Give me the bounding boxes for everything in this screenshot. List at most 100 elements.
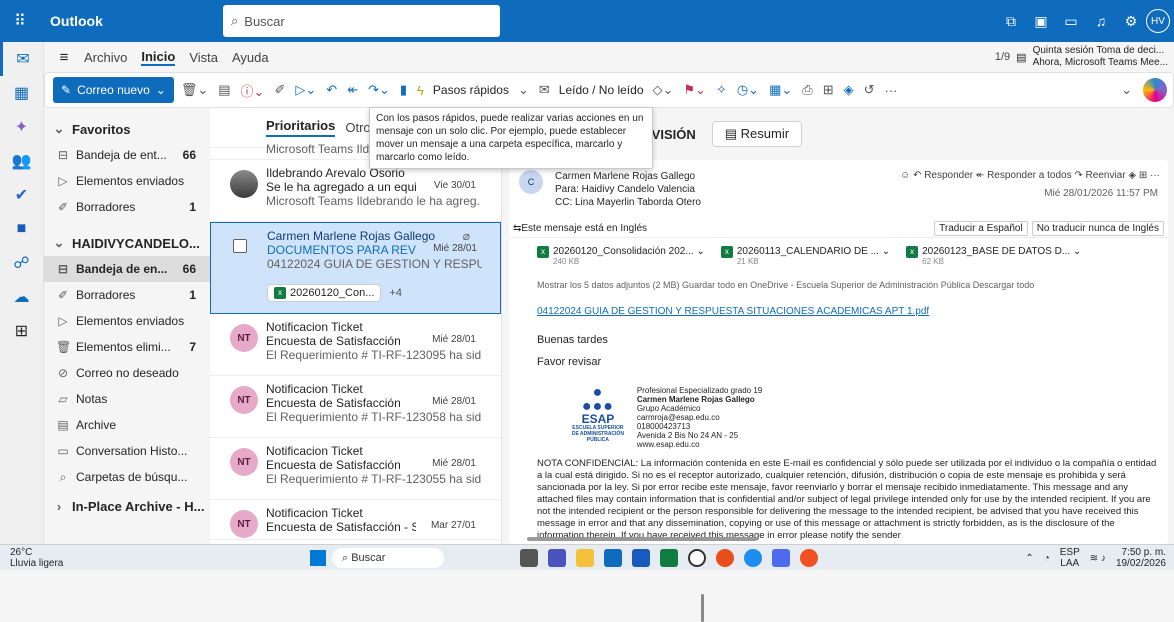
avatar[interactable]: HV bbox=[1146, 9, 1170, 33]
report-icon[interactable]: ⓘ⌄ bbox=[238, 81, 268, 100]
list-scrollbar[interactable] bbox=[701, 594, 704, 622]
list-item-selected[interactable]: Carmen Marlene Rojas Gallego DOCUMENTOS … bbox=[210, 222, 501, 314]
word-app-icon[interactable] bbox=[632, 549, 650, 567]
tab-ayuda[interactable]: Ayuda bbox=[232, 50, 269, 65]
archive-icon[interactable]: ▤ bbox=[215, 82, 233, 98]
app-launcher-icon[interactable]: ⠿ bbox=[0, 0, 40, 42]
quick-steps-icon[interactable]: ϟ bbox=[414, 83, 427, 98]
calendar-icon[interactable]: ▦ bbox=[0, 76, 43, 110]
language-indicator[interactable]: ESP LAA bbox=[1060, 547, 1080, 569]
task-view-icon[interactable] bbox=[520, 549, 538, 567]
move-icon[interactable]: ▷⌄ bbox=[292, 82, 319, 98]
more-attachments[interactable]: +4 bbox=[389, 287, 402, 299]
attachment-card[interactable]: x 20260113_CALENDARIO DE ... ⌄ 21 KB bbox=[720, 246, 890, 266]
snooze-icon[interactable]: ◷⌄ bbox=[734, 82, 762, 98]
reply-icon[interactable]: ↶ bbox=[323, 82, 340, 98]
taskbar-search[interactable]: ⌕ Buscar bbox=[332, 548, 444, 568]
rules-icon[interactable]: ▦⌄ bbox=[766, 82, 795, 98]
attachment-chip[interactable]: x 20260120_Con... bbox=[267, 284, 382, 302]
tab-inicio[interactable]: Inicio bbox=[141, 49, 176, 66]
reply-all-button[interactable]: ↞ Responder a todos bbox=[976, 170, 1072, 181]
chrome-app-icon[interactable] bbox=[716, 549, 734, 567]
list-item[interactable]: NT Notificacion Ticket Encuesta de Satis… bbox=[210, 500, 501, 540]
attachment-card[interactable]: x 20260120_Consolidación 202... ⌄ 240 KB bbox=[537, 246, 705, 266]
attachment-actions[interactable]: Mostrar los 5 datos adjuntos (2 MB) Guar… bbox=[537, 280, 1034, 290]
clock[interactable]: 7:50 p. m. 19/02/2026 bbox=[1116, 547, 1166, 569]
app-icon[interactable] bbox=[772, 549, 790, 567]
sweep-icon[interactable]: ✐ bbox=[271, 82, 288, 98]
outlook-app-icon[interactable] bbox=[604, 549, 622, 567]
avatar[interactable]: C bbox=[519, 170, 543, 194]
teams-share-icon[interactable]: ▮ bbox=[397, 82, 410, 98]
apps-icon[interactable]: ⊞ bbox=[1139, 170, 1147, 181]
folder-search[interactable]: ⌕ Carpetas de búsqu... bbox=[44, 464, 210, 490]
reply-all-icon[interactable]: ↞ bbox=[344, 82, 361, 98]
teams-app-icon[interactable] bbox=[548, 549, 566, 567]
folder-fav-drafts[interactable]: ✐ Borradores 1 bbox=[44, 194, 210, 220]
folder-fav-sent[interactable]: ▷ Elementos enviados bbox=[44, 168, 210, 194]
word-icon[interactable]: ■ bbox=[0, 212, 43, 246]
folder-notes[interactable]: ▱ Notas bbox=[44, 386, 210, 412]
edge-app-icon[interactable] bbox=[744, 549, 762, 567]
loop-icon[interactable]: ◈ bbox=[1128, 170, 1136, 181]
feedback-icon[interactable]: ▭ bbox=[1056, 13, 1086, 30]
file-explorer-icon[interactable] bbox=[576, 549, 594, 567]
mail-icon[interactable]: ✉ bbox=[0, 42, 43, 76]
network-icon[interactable]: ◔ bbox=[1044, 553, 1050, 564]
translate-button[interactable]: Traducir a Español bbox=[934, 221, 1028, 236]
chrome-profile-icon[interactable] bbox=[800, 549, 818, 567]
folder-archive[interactable]: ▤ Archive bbox=[44, 412, 210, 438]
select-checkbox[interactable] bbox=[233, 239, 247, 253]
sender-name[interactable]: Carmen Marlene Rojas Gallego bbox=[555, 170, 701, 183]
new-mail-button[interactable]: ✎ Correo nuevo ⌄ bbox=[53, 77, 174, 103]
list-item[interactable]: NT Notificacion Ticket Encuesta de Satis… bbox=[210, 438, 501, 500]
folder-deleted[interactable]: 🗑 Elementos elimi... 7 bbox=[44, 334, 210, 360]
loop-icon[interactable]: ◈ bbox=[841, 82, 857, 98]
expand-ribbon-icon[interactable]: ⌄ bbox=[1118, 82, 1135, 98]
copilot-icon[interactable]: ✦ bbox=[0, 110, 43, 144]
list-item[interactable]: NT Notificacion Ticket Encuesta de Satis… bbox=[210, 314, 501, 376]
meeting-notice[interactable]: Quinta sesión Toma de deci... Ahora, Mic… bbox=[1033, 45, 1168, 69]
tab-focused[interactable]: Prioritarios bbox=[266, 118, 336, 137]
folder-fav-inbox[interactable]: ⊟ Bandeja de ent... 66 bbox=[44, 142, 210, 168]
excel-app-icon[interactable] bbox=[660, 549, 678, 567]
forward-button[interactable]: ↷ Reenviar bbox=[1074, 170, 1125, 181]
chevron-down-icon[interactable]: ⌄ bbox=[515, 82, 532, 98]
bell-icon[interactable]: ♫ bbox=[1086, 13, 1116, 29]
emoji-icon[interactable]: ☺ bbox=[900, 170, 910, 181]
forward-icon[interactable]: ↷⌄ bbox=[365, 82, 393, 98]
folder-junk[interactable]: ⊘ Correo no deseado bbox=[44, 360, 210, 386]
org-icon[interactable]: ☍ bbox=[0, 246, 43, 280]
copilot-icon[interactable] bbox=[1143, 78, 1167, 102]
tab-archivo[interactable]: Archivo bbox=[84, 50, 127, 65]
apps-icon[interactable]: ⊞ bbox=[0, 314, 43, 348]
list-item[interactable]: NT Notificacion Ticket Encuesta de Satis… bbox=[210, 376, 501, 438]
pin-icon[interactable]: ✧ bbox=[713, 82, 730, 98]
folder-conversation[interactable]: ▭ Conversation Histo... bbox=[44, 438, 210, 464]
delete-icon[interactable]: 🗑⌄ bbox=[178, 82, 211, 98]
more-button[interactable]: ··· bbox=[882, 83, 901, 98]
undo-icon[interactable]: ↺ bbox=[861, 82, 878, 98]
scroll-thumb[interactable] bbox=[527, 537, 757, 541]
windows-start-icon[interactable] bbox=[310, 550, 326, 566]
folder-sent[interactable]: ▷ Elementos enviados bbox=[44, 308, 210, 334]
attachment-card[interactable]: x 20260123_BASE DE DATOS D... ⌄ 62 KB bbox=[906, 246, 1081, 266]
meet-icon[interactable]: ⧉ bbox=[996, 13, 1026, 30]
more-icon[interactable]: ··· bbox=[1150, 170, 1160, 181]
app-name[interactable]: Outlook bbox=[40, 13, 220, 29]
reply-button[interactable]: ↶ Responder bbox=[913, 170, 973, 181]
tab-vista[interactable]: Vista bbox=[189, 50, 218, 65]
tag-icon[interactable]: ◇⌄ bbox=[650, 82, 677, 98]
quick-steps-button[interactable]: Pasos rápidos bbox=[431, 83, 511, 97]
summarize-button[interactable]: ▤ Resumir bbox=[711, 121, 803, 147]
weather-widget[interactable]: 26°C Lluvia ligera bbox=[10, 547, 63, 569]
obs-app-icon[interactable] bbox=[688, 549, 706, 567]
todo-icon[interactable]: ✔ bbox=[0, 178, 43, 212]
read-unread-button[interactable]: Leído / No leído bbox=[557, 83, 646, 97]
search-box[interactable]: ⌕ Buscar bbox=[223, 5, 500, 37]
list-item[interactable]: Ildebrando Arevalo Osorio Se le ha agreg… bbox=[210, 160, 501, 222]
account-header[interactable]: ⌄ HAIDIVYCANDELO... bbox=[44, 230, 210, 256]
chevron-up-icon[interactable]: ⌃ bbox=[1025, 553, 1033, 564]
favorites-header[interactable]: ⌄ Favoritos bbox=[44, 116, 210, 142]
read-icon[interactable]: ✉ bbox=[536, 82, 553, 98]
